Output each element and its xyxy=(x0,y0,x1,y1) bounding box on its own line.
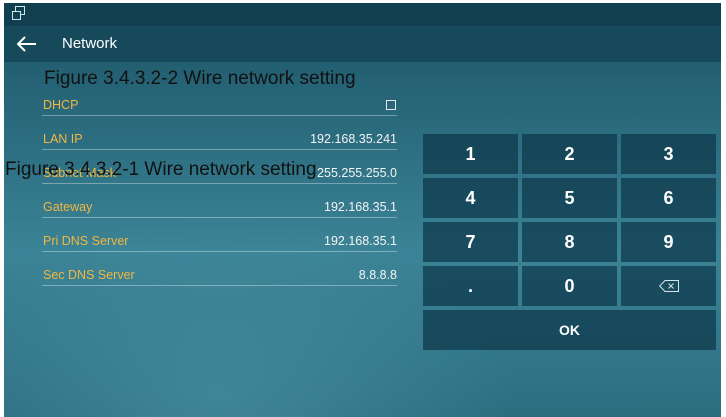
field-pri-dns[interactable]: Pri DNS Server 192.168.35.1 xyxy=(42,229,397,252)
key-5[interactable]: 5 xyxy=(522,178,617,218)
field-value: 255.255.255.0 xyxy=(317,166,397,180)
key-2[interactable]: 2 xyxy=(522,134,617,174)
field-label: Gateway xyxy=(43,200,93,214)
key-7[interactable]: 7 xyxy=(423,222,518,262)
field-label: DHCP xyxy=(43,98,79,112)
key-1[interactable]: 1 xyxy=(423,134,518,174)
status-bar xyxy=(4,3,721,26)
field-value: 8.8.8.8 xyxy=(358,268,397,282)
back-arrow-icon[interactable] xyxy=(16,34,38,54)
field-dhcp[interactable]: DHCP xyxy=(42,93,397,116)
figure-caption-lower: Figure 3.4.3.2-1 Wire network setting xyxy=(5,159,317,180)
key-dot[interactable]: . xyxy=(423,266,518,306)
backspace-icon xyxy=(658,280,679,292)
field-value: 192.168.35.1 xyxy=(324,200,397,214)
key-3[interactable]: 3 xyxy=(621,134,716,174)
key-9[interactable]: 9 xyxy=(621,222,716,262)
dhcp-checkbox[interactable] xyxy=(386,100,396,110)
window-restore-icon[interactable] xyxy=(12,6,25,20)
field-value: 192.168.35.1 xyxy=(324,234,397,248)
field-label: LAN IP xyxy=(43,132,83,146)
key-4[interactable]: 4 xyxy=(423,178,518,218)
figure-caption-upper: Figure 3.4.3.2-2 Wire network setting xyxy=(44,68,356,89)
key-6[interactable]: 6 xyxy=(621,178,716,218)
ok-button[interactable]: OK xyxy=(423,310,716,350)
title-bar: Network xyxy=(4,26,721,62)
field-lan-ip[interactable]: LAN IP 192.168.35.241 xyxy=(42,127,397,150)
field-value: 192.168.35.241 xyxy=(310,132,397,146)
field-sec-dns[interactable]: Sec DNS Server 8.8.8.8 xyxy=(42,263,397,286)
key-8[interactable]: 8 xyxy=(522,222,617,262)
key-backspace[interactable] xyxy=(621,266,716,306)
key-0[interactable]: 0 xyxy=(522,266,617,306)
field-label: Pri DNS Server xyxy=(43,234,129,248)
screen: Network Figure 3.4.3.2-2 Wire network se… xyxy=(4,3,721,417)
page-title: Network xyxy=(62,35,118,52)
field-gateway[interactable]: Gateway 192.168.35.1 xyxy=(42,195,397,218)
field-label: Sec DNS Server xyxy=(43,268,135,282)
